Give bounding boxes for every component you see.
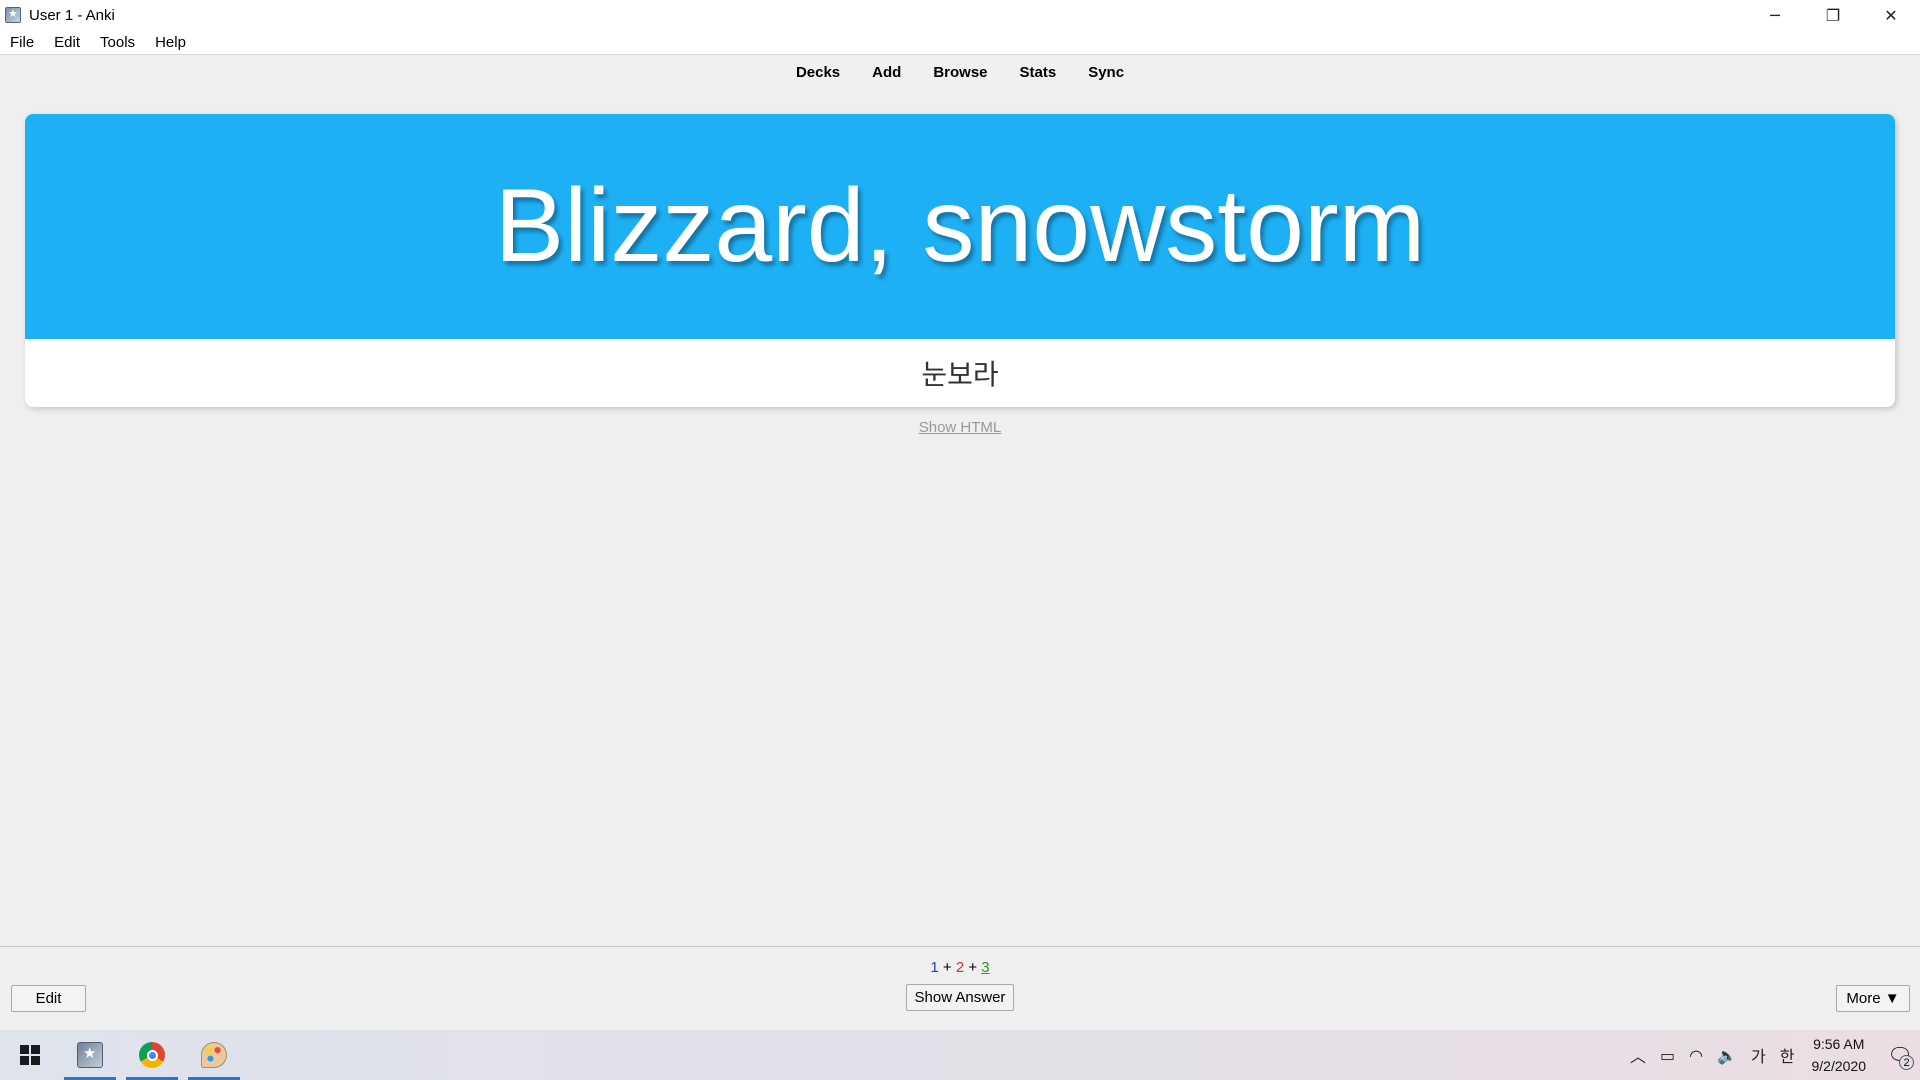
count-separator: + (942, 959, 952, 976)
title-bar: User 1 - Anki ─ ❐ ✕ (0, 0, 1920, 30)
taskbar-app-paint[interactable] (184, 1030, 244, 1080)
toolbar-decks-link[interactable]: Decks (796, 64, 840, 81)
menu-edit[interactable]: Edit (44, 34, 90, 51)
show-html-link[interactable]: Show HTML (0, 419, 1920, 436)
clock-time: 9:56 AM (1813, 1036, 1865, 1052)
volume-icon[interactable]: 🔈 (1717, 1046, 1737, 1065)
count-separator: + (968, 959, 978, 976)
menu-file[interactable]: File (0, 34, 44, 51)
edit-button[interactable]: Edit (11, 985, 86, 1012)
toolbar-sync-link[interactable]: Sync (1088, 64, 1124, 81)
toolbar-add-link[interactable]: Add (872, 64, 901, 81)
system-tray: ︿ ▭ ◠ 🔈 가 한 9:56 AM 9/2/2020 🗨 2 (1623, 1030, 1920, 1080)
show-answer-button[interactable]: Show Answer (906, 984, 1014, 1011)
taskbar-app-chrome[interactable] (122, 1030, 182, 1080)
windows-logo-icon (20, 1045, 40, 1065)
new-count: 1 (930, 959, 939, 976)
window-title: User 1 - Anki (29, 6, 115, 24)
ime-mode-indicator[interactable]: 한 (1780, 1043, 1795, 1067)
card-front-text: Blizzard, snowstorm (494, 168, 1426, 284)
card-front: Blizzard, snowstorm (25, 114, 1895, 339)
card-back-text: 눈보라 (921, 358, 999, 391)
anki-app-icon (5, 7, 21, 23)
anki-icon (77, 1042, 103, 1068)
close-button[interactable]: ✕ (1862, 0, 1920, 30)
taskbar-app-anki[interactable] (60, 1030, 120, 1080)
menu-help[interactable]: Help (145, 34, 196, 51)
wifi-icon[interactable]: ◠ (1689, 1046, 1703, 1065)
paint-icon (201, 1042, 227, 1068)
taskbar: ︿ ▭ ◠ 🔈 가 한 9:56 AM 9/2/2020 🗨 2 (0, 1030, 1920, 1080)
clock-date: 9/2/2020 (1811, 1058, 1867, 1074)
chevron-up-icon[interactable]: ︿ (1630, 1043, 1646, 1067)
menu-tools[interactable]: Tools (90, 34, 145, 51)
main-toolbar: Decks Add Browse Stats Sync (0, 56, 1920, 88)
chrome-icon (139, 1042, 165, 1068)
window-controls: ─ ❐ ✕ (1746, 0, 1920, 30)
learn-count: 2 (955, 959, 965, 976)
toolbar-browse-link[interactable]: Browse (933, 64, 987, 81)
minimize-button[interactable]: ─ (1746, 0, 1804, 30)
battery-icon[interactable]: ▭ (1660, 1046, 1675, 1065)
flashcard: Blizzard, snowstorm 눈보라 (25, 114, 1895, 407)
ime-language-indicator[interactable]: 가 (1751, 1043, 1766, 1067)
maximize-button[interactable]: ❐ (1804, 0, 1862, 30)
notification-count: 2 (1899, 1055, 1914, 1070)
clock[interactable]: 9:56 AM 9/2/2020 (1812, 1033, 1867, 1077)
toolbar-stats-link[interactable]: Stats (1020, 64, 1057, 81)
review-count: 3 (981, 959, 990, 976)
bottom-bar: 1 + 2 + 3 Edit Show Answer More ▼ (0, 946, 1920, 1030)
action-center-button[interactable]: 🗨 2 (1880, 1030, 1920, 1080)
start-button[interactable] (0, 1030, 60, 1080)
more-button[interactable]: More ▼ (1836, 985, 1910, 1012)
reviewer-area: Blizzard, snowstorm 눈보라 Show HTML (0, 88, 1920, 946)
due-counts: 1 + 2 + 3 (0, 959, 1920, 976)
menu-bar: File Edit Tools Help (0, 30, 1920, 55)
card-back: 눈보라 (25, 339, 1895, 407)
